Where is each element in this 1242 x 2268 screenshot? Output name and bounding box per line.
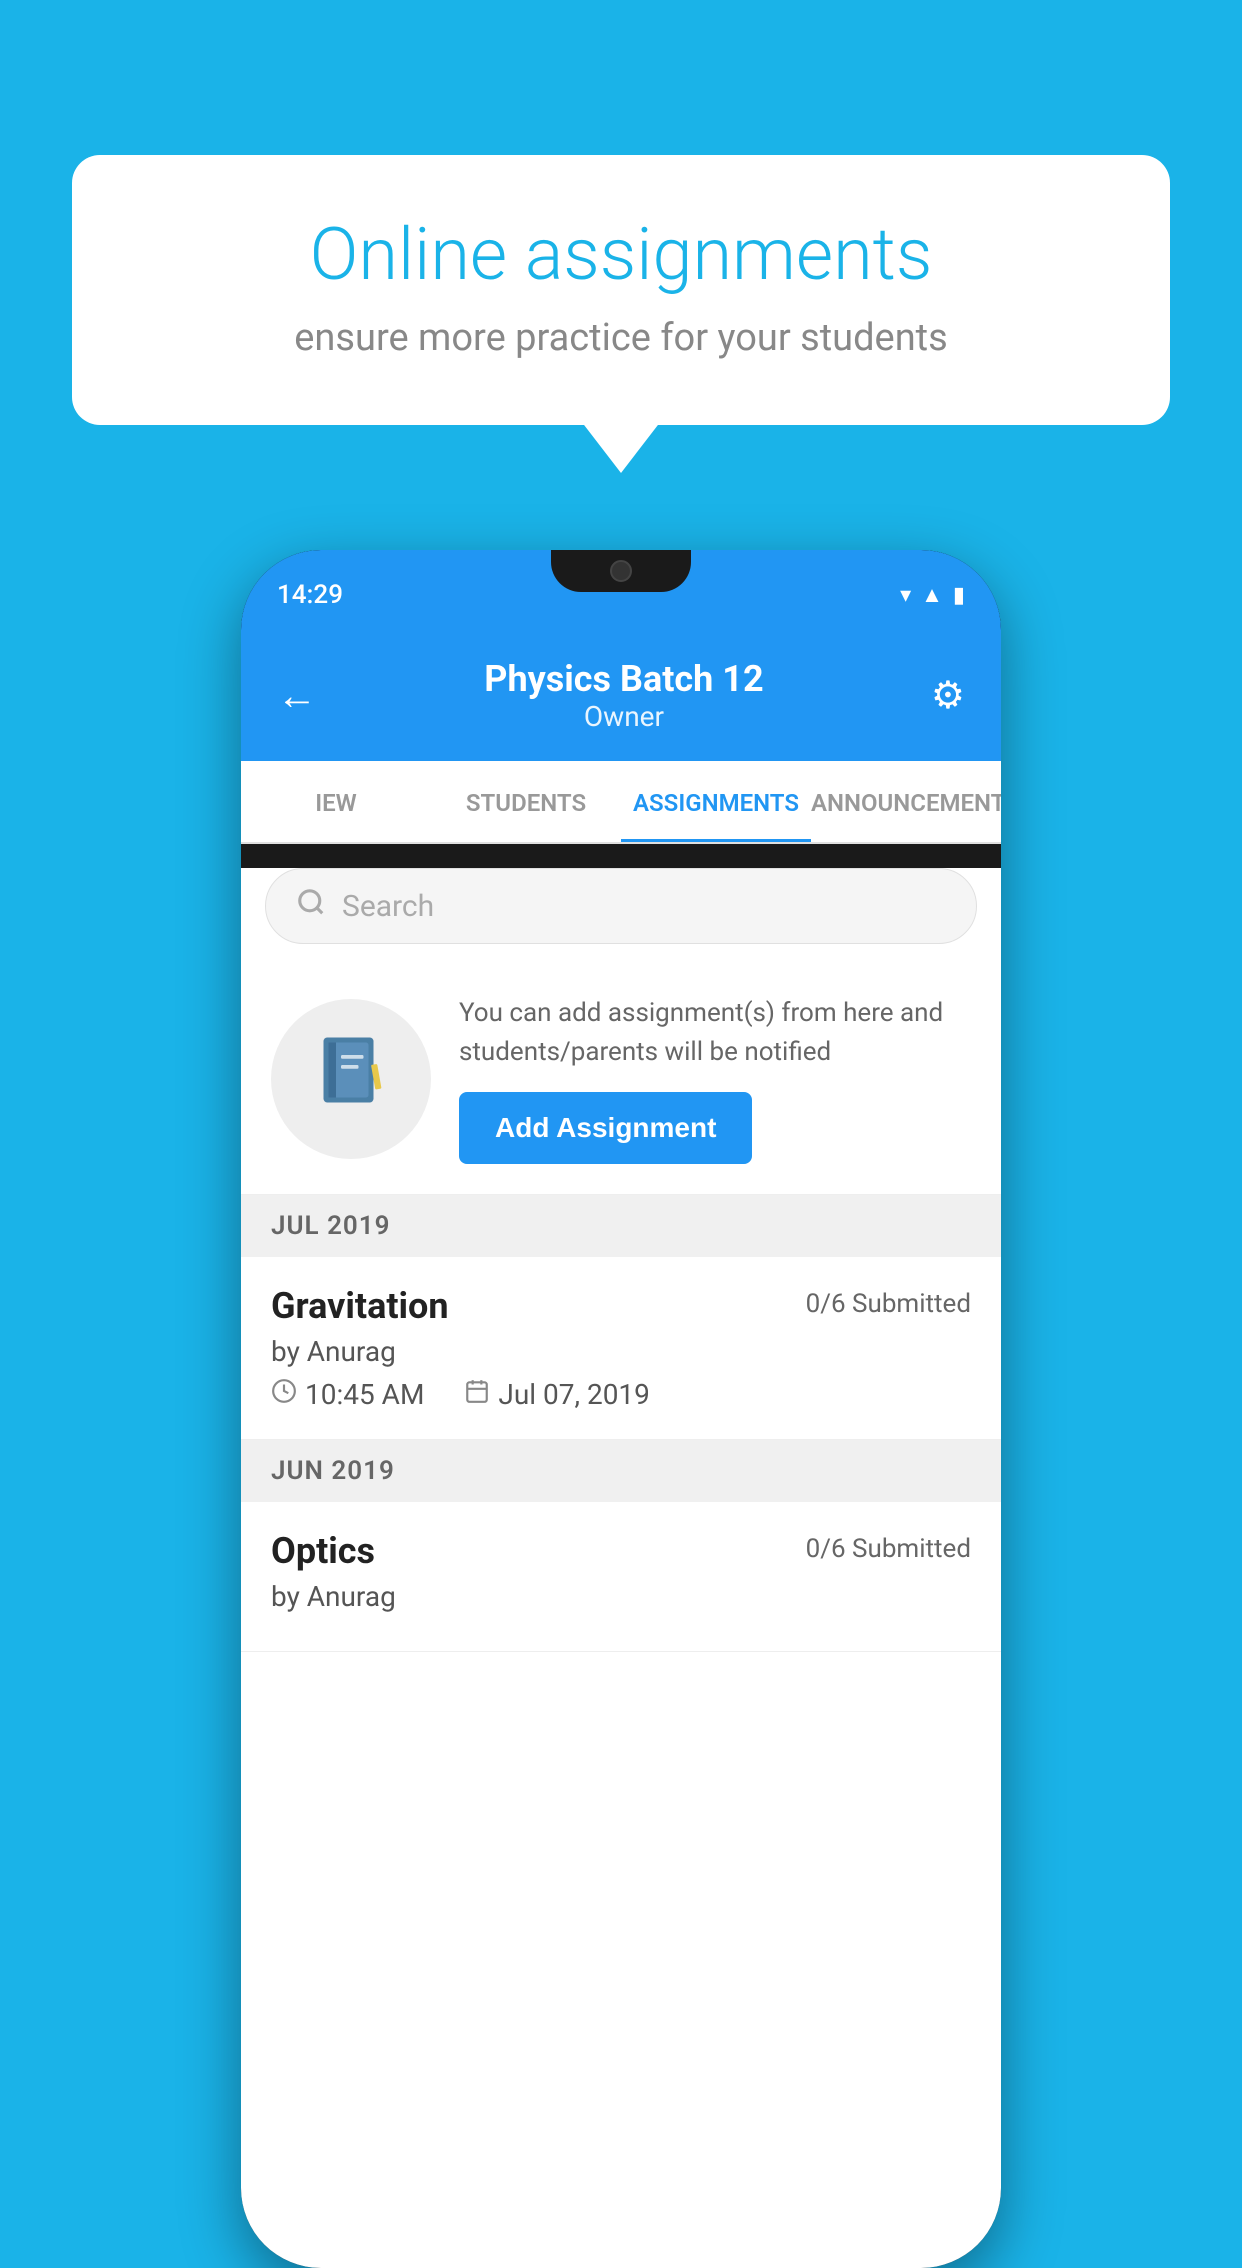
speech-bubble-subtitle: ensure more practice for your students xyxy=(142,316,1100,360)
assignment-submitted-gravitation: 0/6 Submitted xyxy=(806,1289,971,1319)
assignment-author-optics: by Anurag xyxy=(271,1580,971,1613)
signal-icon: ▲ xyxy=(921,582,943,608)
add-assignment-promo: You can add assignment(s) from here and … xyxy=(241,964,1001,1195)
battery-icon: ▮ xyxy=(953,583,965,608)
search-placeholder: Search xyxy=(342,889,434,924)
assignment-item-optics[interactable]: Optics 0/6 Submitted by Anurag xyxy=(241,1502,1001,1652)
notebook-icon xyxy=(311,1030,391,1128)
tab-announcements[interactable]: ANNOUNCEMENTS xyxy=(811,761,1001,842)
notch xyxy=(551,550,691,592)
app-header: ← Physics Batch 12 Owner ⚙ xyxy=(241,640,1001,761)
speech-bubble: Online assignments ensure more practice … xyxy=(72,155,1170,425)
status-time: 14:29 xyxy=(277,580,343,610)
promo-text: You can add assignment(s) from here and … xyxy=(459,994,971,1072)
assignment-name-gravitation: Gravitation xyxy=(271,1285,449,1327)
assignment-row-top-optics: Optics 0/6 Submitted xyxy=(271,1530,971,1572)
section-header-jun: JUN 2019 xyxy=(241,1440,1001,1502)
speech-bubble-title: Online assignments xyxy=(142,215,1100,294)
assignment-meta-row-gravitation: 10:45 AM Jul 07, 2019 xyxy=(271,1378,971,1411)
assignment-row-top: Gravitation 0/6 Submitted xyxy=(271,1285,971,1327)
assignment-date-gravitation: Jul 07, 2019 xyxy=(464,1378,650,1411)
phone-frame: 14:29 ▾ ▲ ▮ ← Physics Batch 12 Owner ⚙ I… xyxy=(241,550,1001,2268)
tab-students[interactable]: STUDENTS xyxy=(431,761,621,842)
tabs-bar: IEW STUDENTS ASSIGNMENTS ANNOUNCEMENTS xyxy=(241,761,1001,844)
tab-assignments[interactable]: ASSIGNMENTS xyxy=(621,761,811,842)
promo-right: You can add assignment(s) from here and … xyxy=(459,994,971,1164)
add-assignment-button[interactable]: Add Assignment xyxy=(459,1092,752,1164)
assignment-item-gravitation[interactable]: Gravitation 0/6 Submitted by Anurag 10:4… xyxy=(241,1257,1001,1440)
search-icon xyxy=(296,887,326,925)
assignment-submitted-optics: 0/6 Submitted xyxy=(806,1534,971,1564)
promo-icon-circle xyxy=(271,999,431,1159)
status-icons: ▾ ▲ ▮ xyxy=(900,582,965,608)
phone-wrapper: 14:29 ▾ ▲ ▮ ← Physics Batch 12 Owner ⚙ I… xyxy=(241,550,1001,2268)
assignment-time-value: 10:45 AM xyxy=(305,1378,424,1411)
header-title: Physics Batch 12 xyxy=(484,658,763,700)
header-subtitle: Owner xyxy=(484,700,763,733)
status-bar: 14:29 ▾ ▲ ▮ xyxy=(241,550,1001,640)
section-header-jul: JUL 2019 xyxy=(241,1195,1001,1257)
tab-iew[interactable]: IEW xyxy=(241,761,431,842)
assignment-date-value: Jul 07, 2019 xyxy=(498,1378,650,1411)
search-bar[interactable]: Search xyxy=(265,868,977,944)
clock-icon xyxy=(271,1378,297,1411)
calendar-icon xyxy=(464,1378,490,1411)
assignment-name-optics: Optics xyxy=(271,1530,375,1572)
settings-icon[interactable]: ⚙ xyxy=(931,673,965,718)
assignment-author-gravitation: by Anurag xyxy=(271,1335,971,1368)
wifi-icon: ▾ xyxy=(900,583,911,608)
assignment-time-gravitation: 10:45 AM xyxy=(271,1378,424,1411)
header-center: Physics Batch 12 Owner xyxy=(484,658,763,733)
back-button[interactable]: ← xyxy=(277,672,317,719)
speech-bubble-container: Online assignments ensure more practice … xyxy=(72,155,1170,425)
screen-content: Search xyxy=(241,868,1001,2268)
camera xyxy=(610,560,632,582)
